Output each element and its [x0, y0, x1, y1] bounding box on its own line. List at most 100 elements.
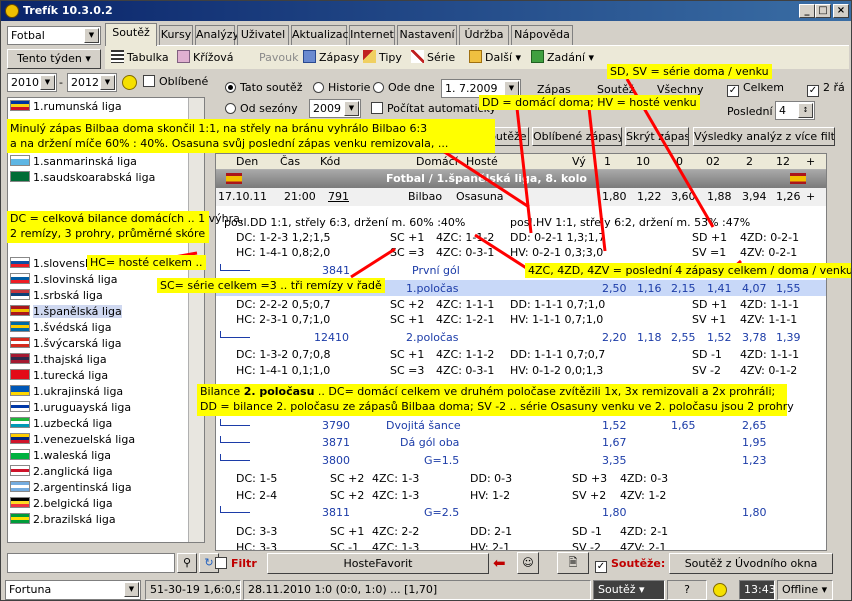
celkem-checkbox[interactable]: ✓ Celkem: [727, 81, 784, 97]
hoste-favorit-button[interactable]: HosteFavorit: [267, 553, 489, 574]
radio-dot[interactable]: [313, 82, 324, 93]
bookmaker-select[interactable]: Fortuna ▼: [5, 580, 141, 600]
league-item[interactable]: 1.waleská liga: [10, 448, 111, 464]
market-cell: 3811: [322, 506, 350, 519]
annotation-hc: HC= hosté celkem ..: [87, 255, 206, 270]
posledni-spinner[interactable]: 4 ↕: [775, 101, 815, 120]
oblibene-zapasy-button[interactable]: Oblíbené zápasy: [532, 127, 622, 146]
tab-4[interactable]: Aktualizace: [291, 25, 355, 45]
checkbox-box[interactable]: [215, 557, 227, 569]
league-item[interactable]: 1.rumunská liga: [10, 99, 122, 115]
chevron-down-icon[interactable]: ▼: [124, 582, 139, 597]
chevron-down-icon[interactable]: ▼: [40, 75, 55, 90]
help-button[interactable]: ?: [667, 580, 707, 600]
stat-cell: SC +2: [330, 472, 365, 485]
arrow-left-icon[interactable]: ⬅: [493, 554, 506, 572]
minimize-icon[interactable]: _: [799, 4, 815, 18]
pavouk-button[interactable]: Pavouk: [259, 50, 298, 66]
stat-cell: DC: 1-2-3 1,2;1,5: [236, 231, 331, 244]
filtr-checkbox[interactable]: Filtr: [215, 557, 257, 570]
zapasy-button[interactable]: Zápasy: [303, 50, 359, 66]
league-item[interactable]: 1.švédská liga: [10, 320, 111, 336]
tab-0[interactable]: Soutěž: [105, 23, 157, 46]
offline-menu[interactable]: Offline ▾: [777, 580, 833, 600]
league-item[interactable]: 1.uzbecká liga: [10, 416, 112, 432]
tab-6[interactable]: Nastavení: [397, 25, 457, 45]
league-item[interactable]: 1.saudskoarabská liga: [10, 170, 155, 186]
dva-ra-checkbox[interactable]: ✓ 2 řá: [807, 81, 845, 97]
league-item[interactable]: 1.thajská liga: [10, 352, 107, 368]
league-item[interactable]: 1.sanmarinská liga: [10, 154, 137, 170]
radio-od-sezony[interactable]: Od sezóny: [225, 102, 298, 115]
vysledky-analyz-button[interactable]: Výsledky analýz z více filtrů: [693, 127, 835, 146]
checkbox-box[interactable]: [143, 75, 155, 87]
spinner-arrows-icon[interactable]: ↕: [798, 103, 813, 118]
radio-tato-soutez[interactable]: Tato soutěž: [225, 81, 302, 94]
radio-dot[interactable]: [373, 82, 384, 93]
tab-1[interactable]: Kursy: [159, 25, 193, 45]
zadani-button[interactable]: Zadání ▾: [531, 50, 594, 66]
close-icon[interactable]: ×: [833, 4, 849, 18]
checkbox-box[interactable]: [371, 102, 383, 114]
tab-8[interactable]: Nápověda: [511, 25, 573, 45]
skryt-zapasy-button[interactable]: Skrýt zápasy: [625, 127, 689, 146]
league-item[interactable]: 1.slovinská liga: [10, 272, 118, 288]
market-cell: G=2.5: [424, 506, 460, 519]
krizova-button[interactable]: Křížová: [177, 50, 234, 66]
status-soutez-button[interactable]: Soutěž ▾: [593, 580, 665, 600]
checkbox-box[interactable]: ✓: [807, 85, 819, 97]
tab-3[interactable]: Uživatel: [237, 25, 289, 45]
tipy-button[interactable]: Tipy: [363, 50, 402, 66]
radio-dot[interactable]: [225, 82, 236, 93]
chevron-down-icon[interactable]: ▼: [504, 81, 519, 96]
season-from-select[interactable]: 2010 ▼: [7, 73, 57, 92]
favorites-checkbox[interactable]: Oblíbené: [143, 75, 208, 88]
radio-ode-dne[interactable]: Ode dne: [373, 81, 435, 94]
league-item[interactable]: 1.venezuelská liga: [10, 432, 135, 448]
tab-7[interactable]: Údržba: [459, 25, 509, 45]
chevron-down-icon[interactable]: ▼: [344, 101, 359, 116]
tabulka-button[interactable]: Tabulka: [111, 50, 169, 66]
tab-5[interactable]: Internet: [349, 25, 395, 45]
league-item[interactable]: 2.belgická liga: [10, 496, 113, 512]
period-button[interactable]: Tento týden ▾: [7, 49, 101, 69]
league-item[interactable]: 2.anglická liga: [10, 464, 113, 480]
document-search-icon[interactable]: 🗎: [557, 552, 589, 574]
checkbox-box[interactable]: ✓: [595, 561, 607, 573]
search-input[interactable]: [7, 553, 175, 573]
league-name: 1.švédská liga: [33, 321, 112, 334]
league-item[interactable]: 1.ukrajinská liga: [10, 384, 123, 400]
league-item[interactable]: 1.uruguayská liga: [10, 400, 131, 416]
stat-cell: SV -2: [692, 364, 721, 377]
chevron-down-icon[interactable]: ▼: [100, 75, 115, 90]
league-list[interactable]: 1.rumunská liga1.salvádorská liga1.sanma…: [7, 97, 205, 543]
league-item[interactable]: 1.španělská liga: [10, 304, 122, 320]
league-list-scrollbar[interactable]: [188, 98, 204, 542]
league-item[interactable]: 1.švýcarská liga: [10, 336, 122, 352]
search-icon[interactable]: ⚲: [177, 553, 197, 573]
serie-button[interactable]: Série: [411, 50, 455, 66]
person-icon[interactable]: ☺: [517, 552, 539, 574]
season-value-select[interactable]: 2009 ▼: [309, 99, 361, 118]
match-odds: 1,26: [776, 190, 801, 203]
maximize-icon[interactable]: □: [815, 4, 831, 18]
yellow-ball-icon[interactable]: [122, 75, 137, 90]
sport-select[interactable]: Fotbal ▼: [7, 26, 101, 45]
radio-dot[interactable]: [225, 103, 236, 114]
league-item[interactable]: 1.srbská liga: [10, 288, 103, 304]
season-to-select[interactable]: 2012 ▼: [67, 73, 117, 92]
stat-cell: 4ZC: 1-2-1: [436, 313, 495, 326]
match-code: 791: [328, 190, 349, 203]
checkbox-box[interactable]: ✓: [727, 85, 739, 97]
pocitat-checkbox[interactable]: Počítat automaticky: [371, 102, 496, 115]
tab-2[interactable]: Analýzy: [195, 25, 239, 45]
league-item[interactable]: 1.turecká liga: [10, 368, 108, 384]
radio-historie[interactable]: Historie: [313, 81, 370, 94]
souteze-checkbox[interactable]: ✓ Soutěže:: [595, 557, 665, 573]
soutez-z-uvodniho-okna-button[interactable]: Soutěž z Úvodního okna: [669, 553, 833, 574]
title-bar: Trefík 10.3.0.2 _ □ ×: [1, 1, 851, 21]
league-item[interactable]: 2.argentinská liga: [10, 480, 132, 496]
dalsi-button[interactable]: Další ▾: [469, 50, 521, 66]
chevron-down-icon[interactable]: ▼: [84, 28, 99, 43]
league-item[interactable]: 2.brazilská liga: [10, 512, 116, 528]
